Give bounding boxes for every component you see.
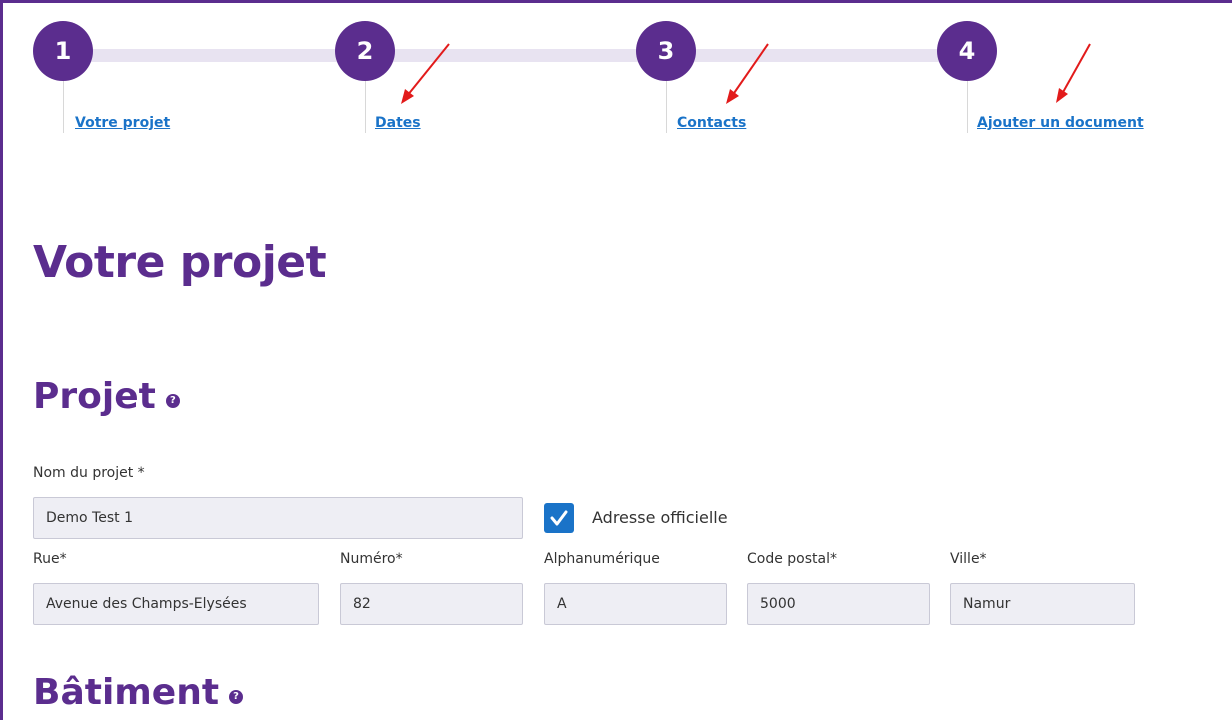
postal-code-label: Code postal* xyxy=(747,551,837,567)
annotation-arrow-icon xyxy=(726,43,769,104)
project-name-input[interactable] xyxy=(33,497,523,539)
step-2-connector xyxy=(365,81,366,133)
step-3-circle[interactable]: 3 xyxy=(636,21,696,81)
section-title-batiment-text: Bâtiment xyxy=(33,672,220,713)
annotation-arrow-icon xyxy=(1056,43,1091,103)
official-address-checkbox[interactable] xyxy=(544,503,574,533)
step-4-connector xyxy=(967,81,968,133)
question-circle-icon[interactable]: ? xyxy=(229,689,244,704)
street-label: Rue* xyxy=(33,551,67,567)
city-input[interactable] xyxy=(950,583,1135,625)
section-title-batiment: Bâtiment ? xyxy=(33,672,244,713)
section-title-projet: Projet ? xyxy=(33,376,180,417)
alphanumeric-input[interactable] xyxy=(544,583,727,625)
step-link-votre-projet[interactable]: Votre projet xyxy=(75,115,170,131)
step-link-dates[interactable]: Dates xyxy=(375,115,421,131)
alphanumeric-label: Alphanumérique xyxy=(544,551,660,567)
step-1-connector xyxy=(63,81,64,133)
annotation-arrow-icon xyxy=(401,43,450,104)
project-name-label: Nom du projet * xyxy=(33,465,145,481)
official-address-label: Adresse officielle xyxy=(592,508,728,527)
step-2-circle[interactable]: 2 xyxy=(335,21,395,81)
check-icon xyxy=(550,510,568,526)
number-input[interactable] xyxy=(340,583,523,625)
stepper-track xyxy=(64,49,968,62)
section-title-projet-text: Projet xyxy=(33,376,156,417)
step-link-contacts[interactable]: Contacts xyxy=(677,115,746,131)
question-circle-icon[interactable]: ? xyxy=(165,393,180,408)
page-title: Votre projet xyxy=(33,237,327,288)
step-1-circle[interactable]: 1 xyxy=(33,21,93,81)
step-3-connector xyxy=(666,81,667,133)
number-label: Numéro* xyxy=(340,551,403,567)
city-label: Ville* xyxy=(950,551,987,567)
postal-code-input[interactable] xyxy=(747,583,930,625)
step-4-circle[interactable]: 4 xyxy=(937,21,997,81)
street-input[interactable] xyxy=(33,583,319,625)
step-link-ajouter-document[interactable]: Ajouter un document xyxy=(977,115,1144,131)
